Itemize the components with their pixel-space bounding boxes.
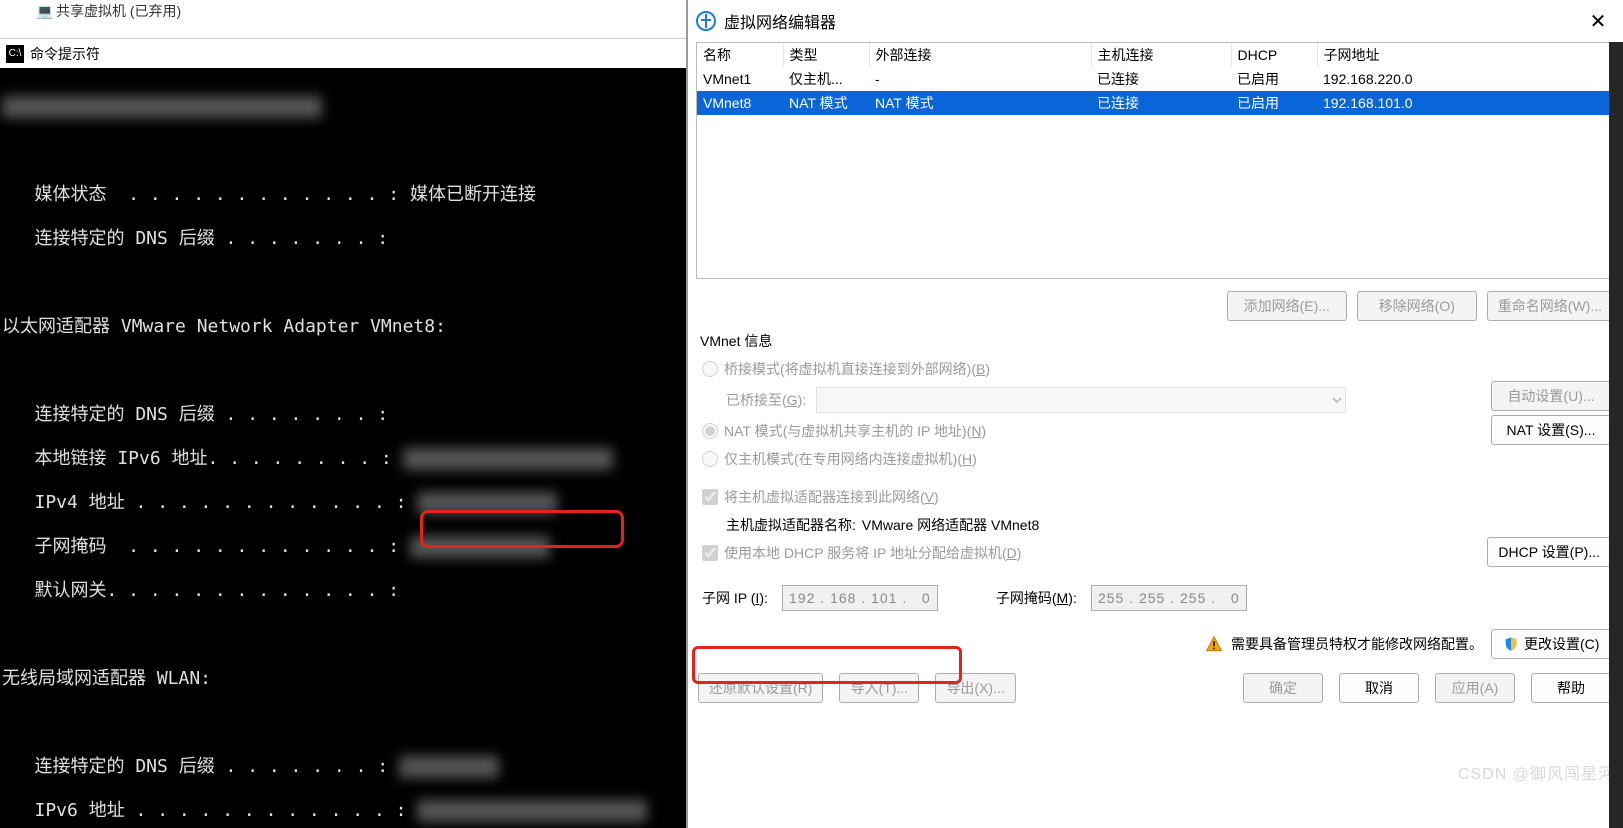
table-row[interactable]: VMnet8NAT 模式NAT 模式已连接已启用192.168.101.0 <box>697 91 1614 115</box>
check-host-adapter-label: 将主机虚拟适配器连接到此网络(V) <box>724 487 939 507</box>
tree-item-label: 共享虚拟机 (已弃用) <box>56 1 181 21</box>
cmd-window-titlebar: C:\ 命令提示符 <box>0 38 686 68</box>
cmd-icon: C:\ <box>6 45 24 63</box>
host-adapter-name-value: VMware 网络适配器 VMnet8 <box>862 515 1039 535</box>
vmnet-info-group-title: VMnet 信息 <box>688 327 1623 353</box>
cmd-output: xxxxxxxxxxxxxxxxxxxxxxxxxxxxx 媒体状态 . . .… <box>0 68 686 828</box>
shield-icon <box>1502 635 1520 653</box>
tree-item-shared-vms[interactable]: 💻 共享虚拟机 (已弃用) <box>8 2 678 20</box>
check-use-dhcp[interactable] <box>702 545 718 561</box>
subnet-ip-label: 子网 IP (I): <box>702 588 768 608</box>
admin-note: 需要具备管理员特权才能修改网络配置。 <box>1231 634 1483 654</box>
radio-hostonly[interactable] <box>702 451 718 467</box>
import-button[interactable]: 导入(T)... <box>839 673 919 703</box>
watermark: CSDN @御风闯星河 <box>1458 760 1615 784</box>
subnet-mask-label: 子网掩码(M): <box>996 588 1077 608</box>
col-external[interactable]: 外部连接 <box>869 43 1091 67</box>
col-dhcp[interactable]: DHCP <box>1231 43 1317 67</box>
right-dark-strip <box>1609 42 1623 828</box>
bridged-to-select[interactable] <box>816 387 1346 413</box>
apply-button[interactable]: 应用(A) <box>1435 673 1515 703</box>
radio-hostonly-label: 仅主机模式(在专用网络内连接虚拟机)(H) <box>724 449 977 469</box>
table-row[interactable]: VMnet1仅主机...-已连接已启用192.168.220.0 <box>697 67 1614 91</box>
auto-bridge-button[interactable]: 自动设置(U)... <box>1491 381 1611 411</box>
check-host-adapter[interactable] <box>702 489 718 505</box>
add-network-button[interactable]: 添加网络(E)... <box>1227 291 1347 321</box>
remove-network-button[interactable]: 移除网络(O) <box>1357 291 1477 321</box>
cmd-title-text: 命令提示符 <box>30 44 100 64</box>
shared-vm-icon: 💻 <box>38 4 52 18</box>
dhcp-settings-button[interactable]: DHCP 设置(P)... <box>1487 537 1611 567</box>
dialog-title: 虚拟网络编辑器 <box>724 9 836 33</box>
radio-nat-label: NAT 模式(与虚拟机共享主机的 IP 地址)(N) <box>724 421 986 441</box>
bridged-to-label: 已桥接至(G): <box>726 390 806 410</box>
network-table[interactable]: 名称 类型 外部连接 主机连接 DHCP 子网地址 VMnet1仅主机...-已… <box>696 42 1615 279</box>
rename-network-button[interactable]: 重命名网络(W)... <box>1487 291 1613 321</box>
radio-bridge[interactable] <box>702 361 718 377</box>
warning-icon <box>1205 635 1223 653</box>
ok-button[interactable]: 确定 <box>1243 673 1323 703</box>
table-header-row: 名称 类型 外部连接 主机连接 DHCP 子网地址 <box>697 43 1614 67</box>
radio-nat[interactable] <box>702 423 718 439</box>
cancel-button[interactable]: 取消 <box>1339 673 1419 703</box>
col-host[interactable]: 主机连接 <box>1091 43 1231 67</box>
col-subnet[interactable]: 子网地址 <box>1317 43 1614 67</box>
host-adapter-name-label: 主机虚拟适配器名称: <box>726 515 856 535</box>
help-button[interactable]: 帮助 <box>1531 673 1611 703</box>
subnet-ip-input[interactable] <box>782 585 938 611</box>
change-settings-button[interactable]: 更改设置(C) <box>1491 629 1611 659</box>
col-type[interactable]: 类型 <box>783 43 869 67</box>
virtual-network-editor-dialog: 虚拟网络编辑器 ✕ 名称 类型 外部连接 主机连接 DHCP 子网地址 VMne… <box>686 0 1623 828</box>
col-name[interactable]: 名称 <box>697 43 783 67</box>
export-button[interactable]: 导出(X)... <box>935 673 1015 703</box>
globe-icon <box>696 11 716 31</box>
vm-tree-sidebar: 💻 共享虚拟机 (已弃用) <box>0 0 686 38</box>
subnet-mask-input[interactable] <box>1091 585 1247 611</box>
restore-defaults-button[interactable]: 还原默认设置(R) <box>698 673 823 703</box>
nat-settings-button[interactable]: NAT 设置(S)... <box>1491 415 1611 445</box>
radio-bridge-label: 桥接模式(将虚拟机直接连接到外部网络)(B) <box>724 359 990 379</box>
check-use-dhcp-label: 使用本地 DHCP 服务将 IP 地址分配给虚拟机(D) <box>724 543 1021 563</box>
dialog-titlebar: 虚拟网络编辑器 ✕ <box>688 0 1623 42</box>
close-icon[interactable]: ✕ <box>1575 0 1621 42</box>
